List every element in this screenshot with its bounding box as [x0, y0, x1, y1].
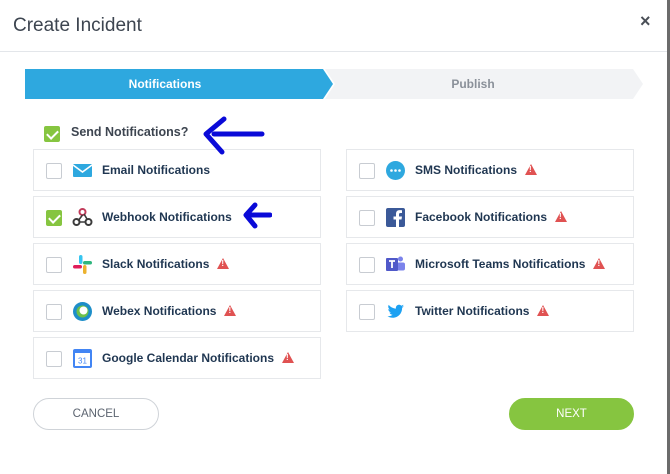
slack-icon	[73, 255, 92, 274]
dialog-title: Create Incident	[13, 15, 142, 36]
step-publish-label: Publish	[451, 77, 495, 91]
channel-card-twitter[interactable]: Twitter Notifications	[346, 290, 634, 332]
google-calendar-icon: 31	[73, 349, 92, 368]
step-notifications[interactable]: Notifications	[25, 69, 333, 99]
email-checkbox[interactable]	[46, 163, 62, 179]
mail-icon	[72, 164, 93, 177]
email-label: Email Notifications	[102, 163, 211, 177]
step-notifications-label: Notifications	[128, 77, 202, 91]
channel-card-microsoft-teams[interactable]: Microsoft Teams Notifications	[346, 243, 634, 285]
step-publish[interactable]: Publish	[325, 69, 643, 99]
warning-icon	[282, 352, 295, 363]
channel-card-sms[interactable]: SMS Notifications	[346, 149, 634, 191]
twitter-label: Twitter Notifications	[415, 304, 550, 318]
microsoft-teams-checkbox[interactable]	[359, 257, 375, 273]
slack-checkbox[interactable]	[46, 257, 62, 273]
warning-icon	[525, 164, 538, 175]
close-icon[interactable]: ×	[640, 12, 651, 30]
sms-label: SMS Notifications	[415, 163, 538, 177]
send-notifications-checkbox[interactable]	[44, 126, 60, 142]
sms-chat-icon	[386, 161, 405, 180]
twitter-checkbox[interactable]	[359, 304, 375, 320]
channel-card-email[interactable]: Email Notifications	[33, 149, 321, 191]
sms-checkbox[interactable]	[359, 163, 375, 179]
warning-icon	[537, 305, 550, 316]
svg-text:31: 31	[78, 357, 87, 366]
webex-label: Webex Notifications	[102, 304, 237, 318]
google-calendar-label: Google Calendar Notifications	[102, 351, 295, 365]
microsoft-teams-label: Microsoft Teams Notifications	[415, 257, 606, 271]
cancel-button[interactable]: CANCEL	[33, 398, 159, 430]
channel-card-slack[interactable]: Slack Notifications	[33, 243, 321, 285]
webex-checkbox[interactable]	[46, 304, 62, 320]
webhook-checkbox[interactable]	[46, 210, 62, 226]
channel-card-google-calendar[interactable]: 31 Google Calendar Notifications	[33, 337, 321, 379]
send-notifications-label: Send Notifications?	[71, 125, 189, 139]
slack-label: Slack Notifications	[102, 257, 230, 271]
warning-icon	[217, 258, 230, 269]
channel-card-webex[interactable]: Webex Notifications	[33, 290, 321, 332]
webex-icon	[73, 302, 92, 321]
annotation-arrow-webhook	[243, 202, 272, 229]
microsoft-teams-icon	[386, 256, 405, 271]
facebook-checkbox[interactable]	[359, 210, 375, 226]
warning-icon	[224, 305, 237, 316]
webhook-icon	[72, 208, 93, 226]
warning-icon	[593, 258, 606, 269]
annotation-arrow-send	[203, 116, 265, 155]
create-incident-dialog: Create Incident × Notifications Publish …	[0, 0, 668, 474]
dialog-header: Create Incident ×	[0, 0, 668, 52]
warning-icon	[555, 211, 568, 222]
channel-card-facebook[interactable]: Facebook Notifications	[346, 196, 634, 238]
next-button[interactable]: NEXT	[509, 398, 634, 430]
facebook-label: Facebook Notifications	[415, 210, 568, 224]
facebook-icon	[386, 208, 405, 228]
wizard-steps: Notifications Publish	[25, 69, 643, 99]
channel-card-webhook[interactable]: Webhook Notifications	[33, 196, 321, 238]
twitter-icon	[387, 304, 404, 318]
google-calendar-checkbox[interactable]	[46, 351, 62, 367]
webhook-label: Webhook Notifications	[102, 210, 232, 224]
